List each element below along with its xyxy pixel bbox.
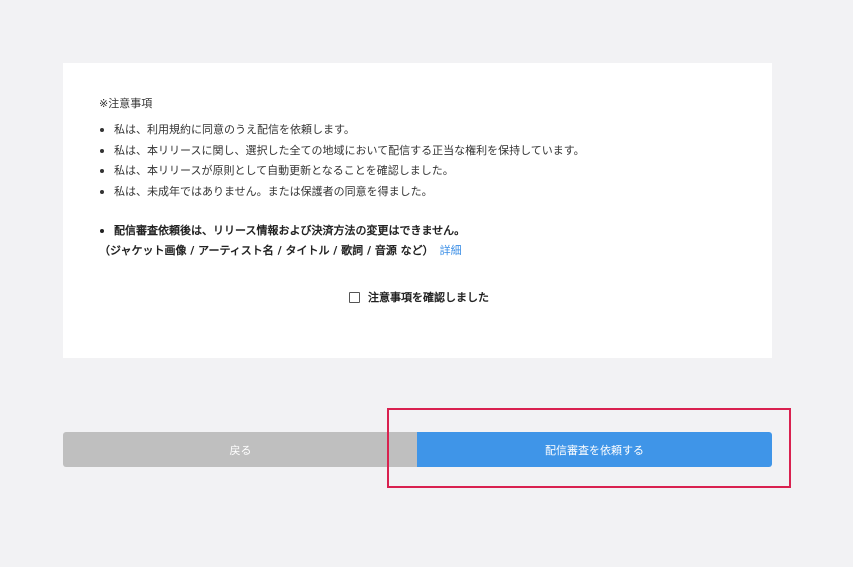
back-button[interactable]: 戻る — [63, 432, 418, 467]
notice-item: 私は、本リリースが原則として自動更新となることを確認しました。 — [99, 161, 585, 182]
warning-examples: （ジャケット画像 / アーティスト名 / タイトル / 歌詞 / 音源 など） 詳… — [99, 241, 465, 261]
notice-item: 私は、利用規約に同意のうえ配信を依頼します。 — [99, 120, 585, 141]
warning-examples-text: （ジャケット画像 / アーティスト名 / タイトル / 歌詞 / 音源 など） — [99, 244, 434, 257]
confirm-label: 注意事項を確認しました — [368, 291, 489, 304]
detail-link[interactable]: 詳細 — [440, 244, 462, 257]
notice-item: 私は、未成年ではありません。または保護者の同意を得ました。 — [99, 182, 585, 203]
confirm-checkbox-row[interactable]: 注意事項を確認しました — [349, 289, 489, 305]
notice-item: 私は、本リリースに関し、選択した全ての地域において配信する正当な権利を保持してい… — [99, 141, 585, 162]
warning-text: 配信審査依頼後は、リリース情報および決済方法の変更はできません。 — [99, 221, 465, 241]
notice-card: ※注意事項 私は、利用規約に同意のうえ配信を依頼します。 私は、本リリースに関し… — [63, 63, 772, 358]
notice-list: 私は、利用規約に同意のうえ配信を依頼します。 私は、本リリースに関し、選択した全… — [99, 120, 585, 202]
change-warning: 配信審査依頼後は、リリース情報および決済方法の変更はできません。 （ジャケット画… — [99, 221, 465, 261]
notice-heading: ※注意事項 — [99, 97, 153, 110]
confirm-checkbox[interactable] — [349, 291, 360, 303]
request-review-button[interactable]: 配信審査を依頼する — [417, 432, 772, 467]
